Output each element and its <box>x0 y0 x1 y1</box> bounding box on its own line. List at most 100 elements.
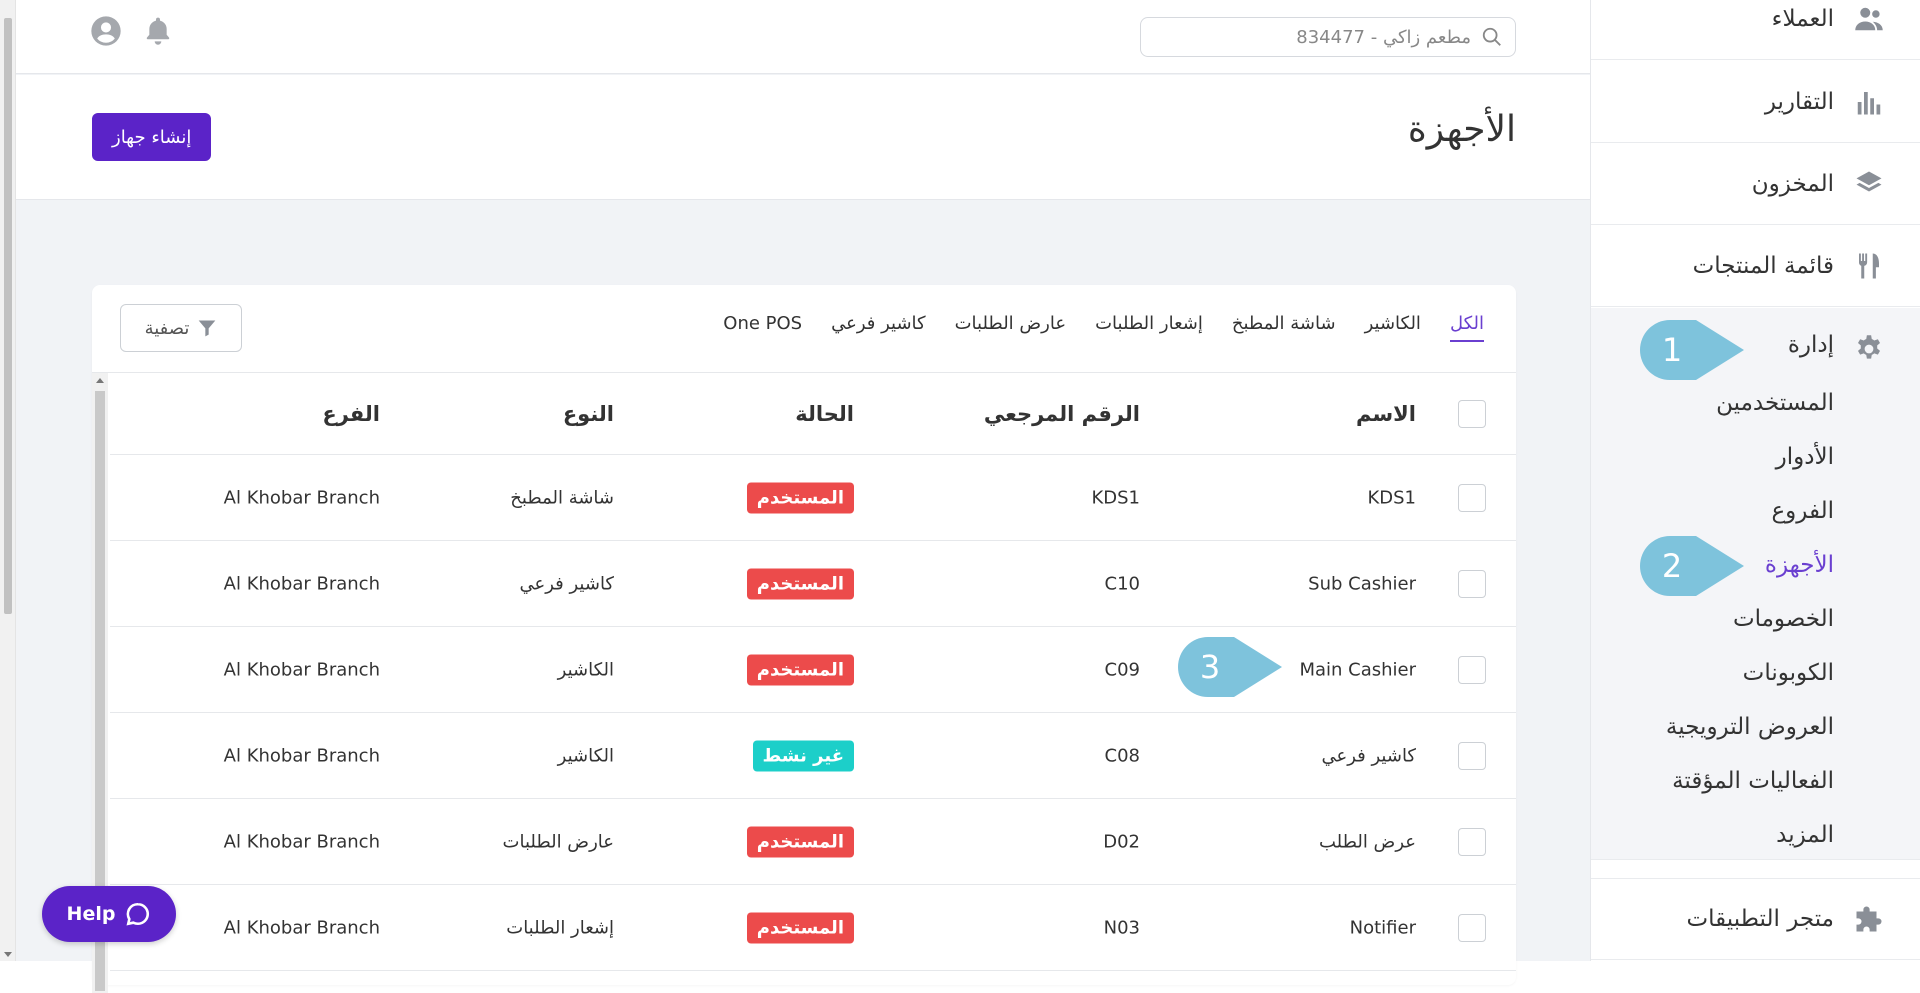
devices-card: الكل الكاشير شاشة المطبخ إشعار الطلبات ع… <box>92 285 1516 993</box>
device-name-link[interactable]: كاشير فرعي <box>1322 745 1417 766</box>
scroll-up-arrow[interactable] <box>96 378 104 383</box>
sidebar-item-label: التقارير <box>1764 88 1834 115</box>
row-checkbox[interactable] <box>1458 827 1486 856</box>
callout-number: 3 <box>1200 648 1220 686</box>
sidebar-item-label: متجر التطبيقات <box>1686 906 1835 932</box>
callout-number: 1 <box>1662 331 1682 369</box>
row-checkbox[interactable] <box>1458 741 1486 770</box>
filter-label: تصفية <box>144 317 190 339</box>
bell-icon[interactable] <box>142 15 174 47</box>
device-name-link[interactable]: عرض الطلب <box>1319 831 1416 852</box>
status-badge: غير نشط <box>752 740 854 771</box>
callout-number: 2 <box>1662 547 1682 585</box>
sidebar-item-app-store[interactable]: متجر التطبيقات <box>1591 878 1920 960</box>
status-badge-label: المستخدم <box>746 912 854 943</box>
column-header-branch[interactable]: الفرع <box>322 402 380 426</box>
select-all-checkbox[interactable] <box>1458 399 1486 428</box>
filter-icon <box>199 320 216 337</box>
user-account-icon[interactable] <box>90 15 122 47</box>
sidebar-subitem-coupons[interactable]: الكوبونات <box>1743 660 1834 686</box>
row-checkbox[interactable] <box>1458 569 1486 598</box>
table-row[interactable]: KDS1 KDS1 المستخدم شاشة المطبخ Al Khobar… <box>110 455 1516 541</box>
row-checkbox[interactable] <box>1458 913 1486 942</box>
device-name-link[interactable]: Main Cashier <box>1299 659 1416 680</box>
device-ref: N03 <box>1103 917 1140 938</box>
column-header-type[interactable]: النوع <box>563 402 614 426</box>
window-scrollbar-thumb[interactable] <box>4 18 12 614</box>
sidebar: العملاء التقارير المخزون قائمة المنتجات … <box>1590 0 1920 961</box>
tab-sub-cashier[interactable]: كاشير فرعي <box>831 313 926 342</box>
table-header-row: الاسم الرقم المرجعي الحالة النوع الفرع <box>110 373 1516 455</box>
tab-order-viewer[interactable]: عارض الطلبات <box>955 313 1066 342</box>
column-header-status[interactable]: الحالة <box>795 402 854 426</box>
gear-icon <box>1858 335 1880 359</box>
inventory-icon <box>1856 171 1882 191</box>
help-button[interactable]: Help <box>42 886 176 942</box>
status-badge-label: المستخدم <box>746 826 854 857</box>
scroll-down-arrow[interactable] <box>4 952 12 957</box>
row-checkbox[interactable] <box>1458 655 1486 684</box>
status-badge-label: المستخدم <box>746 482 854 513</box>
sidebar-subitem-branches[interactable]: الفروع <box>1771 498 1834 524</box>
top-bar <box>16 0 1590 74</box>
sidebar-subitem-more[interactable]: المزيد <box>1776 822 1834 848</box>
device-branch: Al Khobar Branch <box>223 917 380 938</box>
sidebar-subitem-promotions[interactable]: العروض الترويجية <box>1666 714 1834 740</box>
page-header: الأجهزة إنشاء جهاز <box>16 75 1590 200</box>
sidebar-item-reports[interactable]: التقارير <box>1591 61 1920 143</box>
sidebar-item-customers[interactable]: العملاء <box>1591 0 1920 60</box>
sidebar-item-menu[interactable]: قائمة المنتجات <box>1591 225 1920 307</box>
tab-one-pos[interactable]: One POS <box>723 313 802 342</box>
sidebar-item-label: المخزون <box>1751 170 1834 197</box>
device-type: شاشة المطبخ <box>510 487 614 508</box>
sidebar-subitem-roles[interactable]: الأدوار <box>1776 444 1834 470</box>
search-icon <box>1482 27 1501 46</box>
tab-order-notifier[interactable]: إشعار الطلبات <box>1095 313 1203 342</box>
device-ref: C10 <box>1104 573 1140 594</box>
filter-button[interactable]: تصفية <box>120 304 242 352</box>
sidebar-subitem-timed-events[interactable]: الفعاليات المؤقتة <box>1672 768 1834 794</box>
device-name-link[interactable]: KDS1 <box>1367 487 1416 508</box>
sidebar-section-admin: إدارة المستخدمين الأدوار الفروع الأجهزة … <box>1591 308 1920 860</box>
device-branch: Al Khobar Branch <box>223 659 380 680</box>
tab-all[interactable]: الكل <box>1449 313 1484 342</box>
table-row[interactable]: Sub Cashier C10 المستخدم كاشير فرعي Al K… <box>110 541 1516 627</box>
column-header-name[interactable]: الاسم <box>1356 402 1416 426</box>
status-badge-label: المستخدم <box>746 654 854 685</box>
table-row[interactable]: كاشير فرعي C08 غير نشط الكاشير Al Khobar… <box>110 713 1516 799</box>
reports-icon <box>1857 91 1881 114</box>
window-scrollbar[interactable] <box>0 0 16 961</box>
create-device-button[interactable]: إنشاء جهاز <box>92 113 212 161</box>
column-header-ref[interactable]: الرقم المرجعي <box>984 402 1140 426</box>
device-branch: Al Khobar Branch <box>223 487 380 508</box>
sidebar-subitem-devices[interactable]: الأجهزة <box>1765 552 1834 578</box>
device-type: كاشير فرعي <box>519 573 615 594</box>
table-row[interactable]: Main Cashier C09 المستخدم الكاشير Al Kho… <box>110 627 1516 713</box>
sidebar-subitem-users[interactable]: المستخدمين <box>1716 390 1834 416</box>
menu-icon <box>1858 253 1879 278</box>
sidebar-item-inventory[interactable]: المخزون <box>1591 143 1920 225</box>
device-name-link[interactable]: Sub Cashier <box>1308 573 1416 594</box>
puzzle-icon <box>1856 906 1882 932</box>
sidebar-subitem-discounts[interactable]: الخصومات <box>1733 606 1834 632</box>
device-ref: KDS1 <box>1091 487 1140 508</box>
device-ref: D02 <box>1103 831 1140 852</box>
devices-table: الاسم الرقم المرجعي الحالة النوع الفرع K… <box>110 373 1516 971</box>
device-branch: Al Khobar Branch <box>223 745 380 766</box>
sidebar-item-admin[interactable]: إدارة <box>1788 332 1834 358</box>
device-branch: Al Khobar Branch <box>223 573 380 594</box>
row-checkbox[interactable] <box>1458 483 1486 512</box>
search-input[interactable] <box>1173 25 1473 49</box>
table-row[interactable]: Notifier N03 المستخدم إشعار الطلبات Al K… <box>110 885 1516 971</box>
device-name-link[interactable]: Notifier <box>1350 917 1416 938</box>
device-type: عارض الطلبات <box>502 831 614 852</box>
status-badge: المستخدم <box>746 568 854 599</box>
device-type-tabs: الكل الكاشير شاشة المطبخ إشعار الطلبات ع… <box>723 313 1484 342</box>
search-box[interactable] <box>1140 17 1516 57</box>
tab-cashier[interactable]: الكاشير <box>1365 313 1421 342</box>
tab-kitchen-display[interactable]: شاشة المطبخ <box>1232 313 1336 342</box>
device-type: الكاشير <box>557 745 614 766</box>
table-row[interactable]: عرض الطلب D02 المستخدم عارض الطلبات Al K… <box>110 799 1516 885</box>
device-type: إشعار الطلبات <box>506 917 614 938</box>
main-area: الأجهزة إنشاء جهاز الكل الكاشير شاشة الم… <box>16 0 1590 993</box>
